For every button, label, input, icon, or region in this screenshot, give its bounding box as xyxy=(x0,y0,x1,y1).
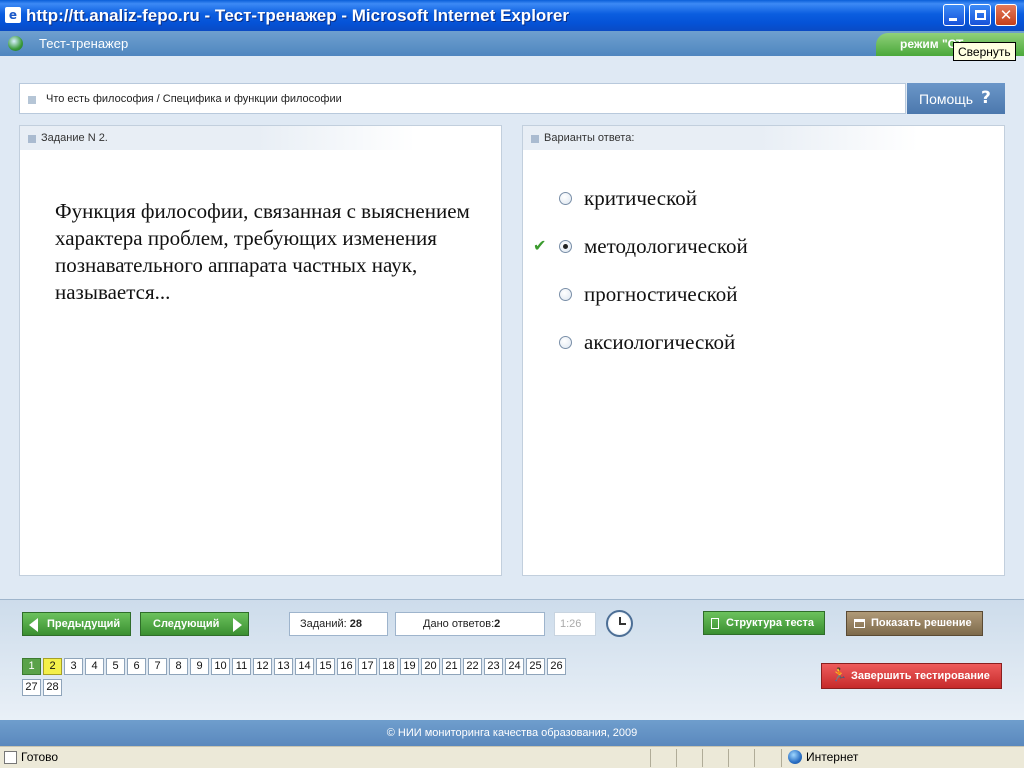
page-icon xyxy=(4,751,17,764)
app-name: Тест-тренажер xyxy=(39,36,129,51)
page-number-button[interactable]: 13 xyxy=(274,658,293,675)
page-number-button[interactable]: 28 xyxy=(43,679,62,696)
page-number-button[interactable]: 4 xyxy=(85,658,104,675)
breadcrumb-text: Что есть философия / Специфика и функции… xyxy=(46,93,342,105)
help-label: Помощь xyxy=(919,91,974,107)
answers-title: Варианты ответа: xyxy=(544,132,635,144)
page-number-button[interactable]: 2 xyxy=(43,658,62,675)
window-title-bar: e http://tt.analiz-fepo.ru - Тест-тренаж… xyxy=(0,0,1024,31)
page-number-button[interactable]: 9 xyxy=(190,658,209,675)
running-man-icon: 🏃 xyxy=(831,668,848,683)
timer-value: 1:26 xyxy=(560,618,582,630)
answer-label: методологической xyxy=(584,234,748,258)
task-header: Задание N 2. xyxy=(20,126,415,150)
document-icon xyxy=(711,618,719,629)
globe-logo-icon xyxy=(8,36,23,51)
show-solution-label: Показать решение xyxy=(871,617,972,629)
status-bar: Готово Интернет xyxy=(0,746,1024,768)
minimize-icon xyxy=(949,18,957,21)
radio-button[interactable] xyxy=(559,336,572,349)
page-number-button[interactable]: 5 xyxy=(106,658,125,675)
page-number-button[interactable]: 19 xyxy=(400,658,419,675)
arrow-right-icon xyxy=(233,618,242,632)
page-number-button[interactable]: 10 xyxy=(211,658,230,675)
radio-button[interactable] xyxy=(559,192,572,205)
maximize-button[interactable] xyxy=(969,4,991,26)
answered-label: Дано ответов: xyxy=(423,618,495,630)
page-number-button[interactable]: 26 xyxy=(547,658,566,675)
bullet-square-icon xyxy=(28,96,36,104)
security-zone-label: Интернет xyxy=(806,750,859,764)
question-text: Функция философии, связанная с выяснение… xyxy=(55,199,470,304)
close-icon: ✕ xyxy=(999,6,1013,24)
previous-label: Предыдущий xyxy=(47,618,121,630)
app-header: Тест-тренажер xyxy=(0,31,1024,56)
tasks-count: 28 xyxy=(349,618,363,630)
page-number-button[interactable]: 1 xyxy=(22,658,41,675)
answer-label: критической xyxy=(584,186,697,210)
page-number-button[interactable]: 17 xyxy=(358,658,377,675)
test-structure-button[interactable]: Структура теста xyxy=(703,611,825,635)
tasks-count-box: Заданий: 28 xyxy=(289,612,388,636)
answered-count: 2 xyxy=(494,618,501,630)
breadcrumb: Что есть философия / Специфика и функции… xyxy=(19,83,906,114)
page-number-button[interactable]: 23 xyxy=(484,658,503,675)
answers-header: Варианты ответа: xyxy=(523,126,918,150)
minimize-button[interactable] xyxy=(943,4,965,26)
window-title: http://tt.analiz-fepo.ru - Тест-тренажер… xyxy=(26,6,569,25)
answer-option[interactable]: прогностической xyxy=(559,282,979,310)
clock-icon xyxy=(606,610,633,637)
page-number-button[interactable]: 3 xyxy=(64,658,83,675)
page-number-button[interactable]: 14 xyxy=(295,658,314,675)
page-number-button[interactable]: 22 xyxy=(463,658,482,675)
status-text: Готово xyxy=(21,750,59,764)
arrow-left-icon xyxy=(29,618,38,632)
previous-button[interactable]: Предыдущий xyxy=(22,612,131,636)
finish-test-button[interactable]: 🏃 Завершить тестирование xyxy=(821,663,1002,689)
page-number-button[interactable]: 20 xyxy=(421,658,440,675)
page-number-button[interactable]: 18 xyxy=(379,658,398,675)
task-number: Задание N 2. xyxy=(41,132,108,144)
bullet-square-icon xyxy=(531,135,539,143)
checkmark-icon: ✔ xyxy=(533,236,547,255)
page-number-button[interactable]: 7 xyxy=(148,658,167,675)
answer-option[interactable]: аксиологической xyxy=(559,330,979,358)
timer-box: 1:26 xyxy=(554,612,596,636)
finish-test-label: Завершить тестирование xyxy=(851,670,990,682)
radio-button[interactable] xyxy=(559,288,572,301)
next-label: Следующий xyxy=(153,618,220,630)
test-structure-label: Структура теста xyxy=(726,617,815,629)
page-number-button[interactable]: 12 xyxy=(253,658,272,675)
answer-label: аксиологической xyxy=(584,330,736,354)
page-number-button[interactable]: 21 xyxy=(442,658,461,675)
internet-zone-icon xyxy=(788,750,802,764)
page-number-button[interactable]: 15 xyxy=(316,658,335,675)
help-button[interactable]: Помощь ? xyxy=(907,83,1005,114)
answer-label: прогностической xyxy=(584,282,738,306)
page-number-button[interactable]: 11 xyxy=(232,658,251,675)
answered-count-box: Дано ответов:2 xyxy=(395,612,545,636)
answers-panel: Варианты ответа: ✔ критической методолог… xyxy=(522,125,1005,576)
page-number-button[interactable]: 27 xyxy=(22,679,41,696)
radio-button-selected[interactable] xyxy=(559,240,572,253)
task-panel: Задание N 2. Функция философии, связанна… xyxy=(19,125,502,576)
show-solution-button[interactable]: Показать решение xyxy=(846,611,983,636)
page-number-button[interactable]: 24 xyxy=(505,658,524,675)
page-number-button[interactable]: 16 xyxy=(337,658,356,675)
answer-option[interactable]: критической xyxy=(559,186,979,214)
restore-icon xyxy=(975,10,986,20)
minimize-tooltip: Свернуть xyxy=(953,42,1016,61)
footer: © НИИ мониторинга качества образования, … xyxy=(0,720,1024,746)
answer-option[interactable]: методологической xyxy=(559,234,979,262)
close-button[interactable]: ✕ xyxy=(995,4,1017,26)
page-number-button[interactable]: 25 xyxy=(526,658,545,675)
tasks-label: Заданий: xyxy=(300,618,347,630)
question-icon: ? xyxy=(981,88,991,108)
page-number-button[interactable]: 6 xyxy=(127,658,146,675)
page-number-button[interactable]: 8 xyxy=(169,658,188,675)
ie-page-icon: e xyxy=(5,7,21,23)
next-button[interactable]: Следующий xyxy=(140,612,249,636)
book-icon xyxy=(854,619,865,628)
bullet-square-icon xyxy=(28,135,36,143)
